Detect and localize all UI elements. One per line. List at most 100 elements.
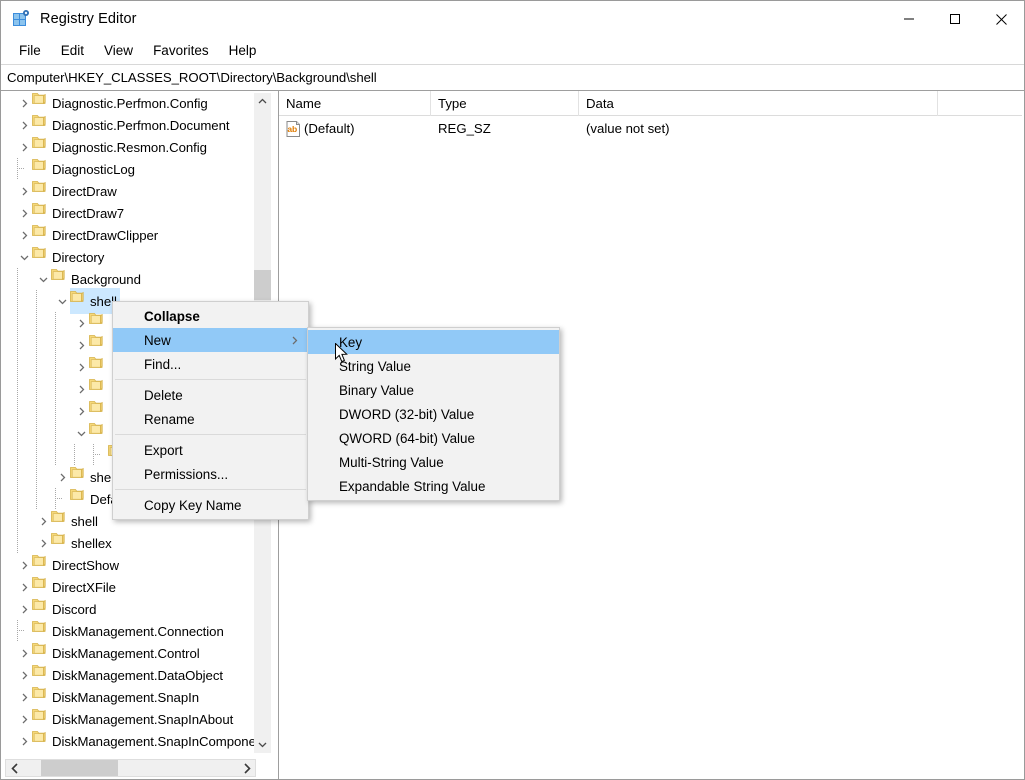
context-menu-item-new[interactable]: New — [113, 328, 308, 352]
chevron-left-icon[interactable] — [6, 760, 23, 776]
chevron-down-icon[interactable] — [54, 290, 70, 312]
chevron-right-icon[interactable] — [35, 510, 51, 532]
table-row[interactable]: ab (Default) REG_SZ (value not set) — [279, 116, 1022, 141]
chevron-up-icon[interactable] — [254, 93, 271, 110]
tree-guide-line — [55, 356, 56, 378]
chevron-right-icon[interactable] — [16, 180, 32, 202]
maximize-icon[interactable] — [932, 1, 978, 37]
folder-icon — [32, 246, 48, 268]
address-bar[interactable]: Computer\HKEY_CLASSES_ROOT\Directory\Bac… — [1, 64, 1024, 91]
chevron-right-icon[interactable] — [16, 92, 32, 114]
tree-item[interactable]: DiskManagement.SnapIn — [6, 686, 256, 708]
value-name-text: (Default) — [304, 121, 355, 136]
menubar-item-help[interactable]: Help — [219, 40, 267, 61]
context-menu-item-export[interactable]: Export — [113, 438, 308, 462]
tree-item[interactable]: Diagnostic.Perfmon.Document — [6, 114, 256, 136]
chevron-right-icon[interactable] — [16, 224, 32, 246]
values-column-header: Name Type Data — [279, 91, 1022, 116]
minimize-icon[interactable] — [886, 1, 932, 37]
chevron-right-icon[interactable] — [54, 466, 70, 488]
chevron-right-icon[interactable] — [16, 202, 32, 224]
context-menu-item-collapse[interactable]: Collapse — [113, 304, 308, 328]
submenu-item-expandable-string-value[interactable]: Expandable String Value — [308, 474, 559, 498]
tree-item[interactable]: Background — [6, 268, 256, 290]
tree-item[interactable]: DirectShow — [6, 554, 256, 576]
chevron-right-icon[interactable] — [16, 114, 32, 136]
column-header-data[interactable]: Data — [579, 91, 938, 116]
tree-guide-line — [17, 620, 18, 642]
chevron-right-icon[interactable] — [16, 136, 32, 158]
chevron-down-icon[interactable] — [35, 268, 51, 290]
chevron-right-icon[interactable] — [73, 378, 89, 400]
context-menu-item-find[interactable]: Find... — [113, 352, 308, 376]
tree-item[interactable]: DirectDraw7 — [6, 202, 256, 224]
tree-horizontal-scrollbar[interactable] — [5, 759, 256, 777]
tree-guide-line — [36, 422, 37, 444]
chevron-right-icon[interactable] — [73, 400, 89, 422]
close-icon[interactable] — [978, 1, 1024, 37]
context-menu-item-permissions[interactable]: Permissions... — [113, 462, 308, 486]
tree-item[interactable]: Diagnostic.Perfmon.Config — [6, 92, 256, 114]
chevron-right-icon[interactable] — [16, 554, 32, 576]
context-menu-item-rename[interactable]: Rename — [113, 407, 308, 431]
context-menu-item-copy-key-name[interactable]: Copy Key Name — [113, 493, 308, 517]
submenu-item-qword-64-bit-value[interactable]: QWORD (64-bit) Value — [308, 426, 559, 450]
tree-vertical-scrollbar-thumb[interactable] — [254, 270, 271, 300]
folder-icon — [32, 224, 48, 246]
tree-item-label: Diagnostic.Perfmon.Config — [52, 96, 208, 111]
chevron-right-icon[interactable] — [16, 664, 32, 686]
tree-item[interactable]: Directory — [6, 246, 256, 268]
menubar-item-file[interactable]: File — [9, 40, 51, 61]
chevron-right-icon[interactable] — [16, 598, 32, 620]
tree-item[interactable]: DirectDrawClipper — [6, 224, 256, 246]
tree-item[interactable]: DiskManagement.SnapInComponent — [6, 730, 256, 752]
submenu-item-multi-string-value[interactable]: Multi-String Value — [308, 450, 559, 474]
chevron-down-icon[interactable] — [73, 422, 89, 444]
tree-item[interactable]: Discord — [6, 598, 256, 620]
chevron-right-icon[interactable] — [16, 708, 32, 730]
chevron-right-icon[interactable] — [73, 356, 89, 378]
chevron-right-icon[interactable] — [238, 760, 255, 776]
tree-expander-empty — [92, 444, 108, 466]
menubar-item-view[interactable]: View — [94, 40, 143, 61]
chevron-right-icon[interactable] — [16, 730, 32, 752]
tree-guide-line — [17, 400, 18, 422]
chevron-right-icon[interactable] — [35, 532, 51, 554]
tree-item[interactable]: Diagnostic.Resmon.Config — [6, 136, 256, 158]
chevron-right-icon[interactable] — [73, 312, 89, 334]
tree-horizontal-scrollbar-thumb[interactable] — [41, 760, 118, 776]
tree-item[interactable]: DirectXFile — [6, 576, 256, 598]
tree-item[interactable]: shellex — [6, 532, 256, 554]
column-header-type[interactable]: Type — [431, 91, 579, 116]
tree-item[interactable]: DiagnosticLog — [6, 158, 256, 180]
menubar-item-favorites[interactable]: Favorites — [143, 40, 219, 61]
chevron-down-icon[interactable] — [254, 736, 271, 753]
tree-item[interactable]: DiskManagement.SnapInAbout — [6, 708, 256, 730]
tree-guide-line — [55, 488, 56, 510]
tree-indent — [6, 576, 16, 598]
menubar-item-edit[interactable]: Edit — [51, 40, 94, 61]
tree-item[interactable]: DirectDraw — [6, 180, 256, 202]
tree-guide-line — [17, 510, 18, 532]
context-menu-item-delete[interactable]: Delete — [113, 383, 308, 407]
tree-item-label: shell — [71, 514, 98, 529]
chevron-right-icon[interactable] — [16, 686, 32, 708]
submenu-item-dword-32-bit-value[interactable]: DWORD (32-bit) Value — [308, 402, 559, 426]
tree-guide-line — [36, 356, 37, 378]
folder-icon — [70, 290, 86, 312]
tree-item[interactable]: DiskManagement.DataObject — [6, 664, 256, 686]
submenu-item-binary-value[interactable]: Binary Value — [308, 378, 559, 402]
context-menu[interactable]: CollapseNewFind... DeleteRename ExportPerm… — [112, 301, 309, 520]
chevron-down-icon[interactable] — [16, 246, 32, 268]
tree-guide-stub — [93, 454, 100, 455]
chevron-right-icon[interactable] — [16, 576, 32, 598]
chevron-right-icon[interactable] — [16, 642, 32, 664]
chevron-right-icon[interactable] — [73, 334, 89, 356]
tree-guide-line — [74, 444, 75, 466]
column-header-name[interactable]: Name — [279, 91, 431, 116]
tree-item[interactable]: DiskManagement.Control — [6, 642, 256, 664]
tree-item[interactable]: DiskManagement.Connection — [6, 620, 256, 642]
folder-icon — [51, 532, 67, 554]
tree-indent — [6, 92, 16, 114]
submenu-item-label: Binary Value — [339, 383, 414, 398]
